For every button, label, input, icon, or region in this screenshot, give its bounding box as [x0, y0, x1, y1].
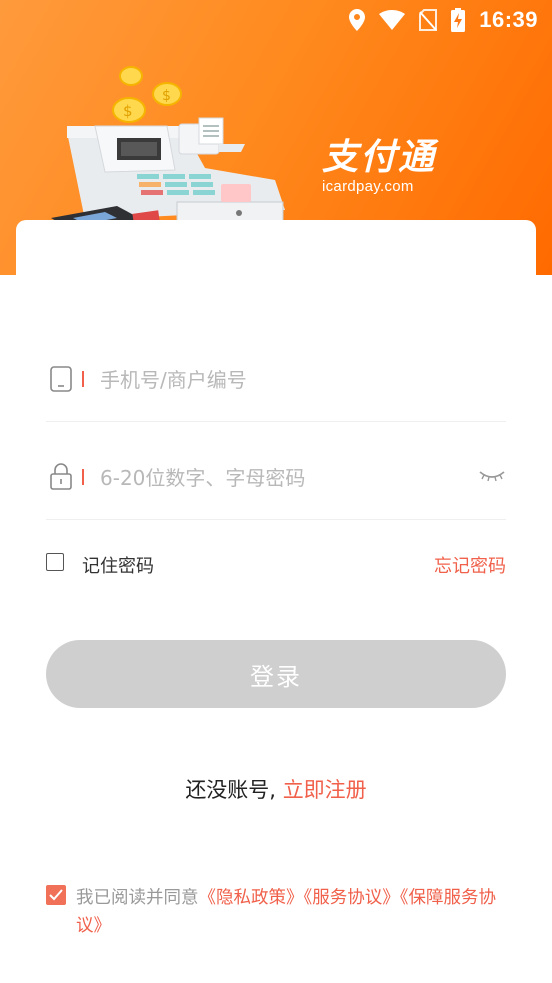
status-bar: 16:39	[0, 0, 552, 40]
register-row: 还没账号, 立即注册	[0, 774, 552, 804]
status-time: 16:39	[479, 7, 538, 32]
account-field	[46, 326, 506, 422]
password-input[interactable]	[100, 464, 460, 492]
svg-text:$: $	[162, 88, 171, 104]
brand-logo: 支付通 icardpay.com	[322, 137, 437, 196]
eye-closed-icon[interactable]	[478, 468, 506, 488]
remember-label[interactable]: 记住密码	[82, 552, 154, 578]
lock-icon	[50, 462, 72, 494]
agreement-prefix: 我已阅读并同意	[76, 888, 199, 908]
brand-title: 支付通	[322, 137, 437, 178]
login-button[interactable]: 登录	[46, 640, 506, 708]
battery-charging-icon	[451, 8, 466, 32]
no-sim-icon	[419, 9, 438, 31]
check-icon	[49, 889, 63, 901]
svg-text:$: $	[123, 102, 133, 120]
remember-checkbox[interactable]	[46, 553, 64, 571]
password-field	[46, 424, 506, 520]
agreement-checkbox[interactable]	[46, 885, 66, 905]
cash-register-illustration: $ $	[45, 60, 295, 244]
service-agreement-link[interactable]: 《服务协议》	[304, 888, 400, 908]
wifi-icon	[379, 10, 406, 30]
agreement-text: 我已阅读并同意《隐私政策》《服务协议》《保障服务协议》	[76, 884, 516, 940]
register-link[interactable]: 立即注册	[283, 778, 367, 802]
brand-domain: icardpay.com	[322, 178, 414, 195]
remember-row: 记住密码 忘记密码	[46, 552, 506, 578]
input-cursor	[82, 371, 84, 387]
location-icon	[349, 9, 366, 31]
input-cursor	[82, 469, 84, 485]
privacy-policy-link[interactable]: 《隐私政策》	[199, 888, 304, 908]
account-input[interactable]	[100, 366, 460, 394]
forgot-password-link[interactable]: 忘记密码	[434, 552, 506, 578]
phone-icon	[50, 366, 72, 396]
register-prefix: 还没账号,	[185, 778, 276, 802]
